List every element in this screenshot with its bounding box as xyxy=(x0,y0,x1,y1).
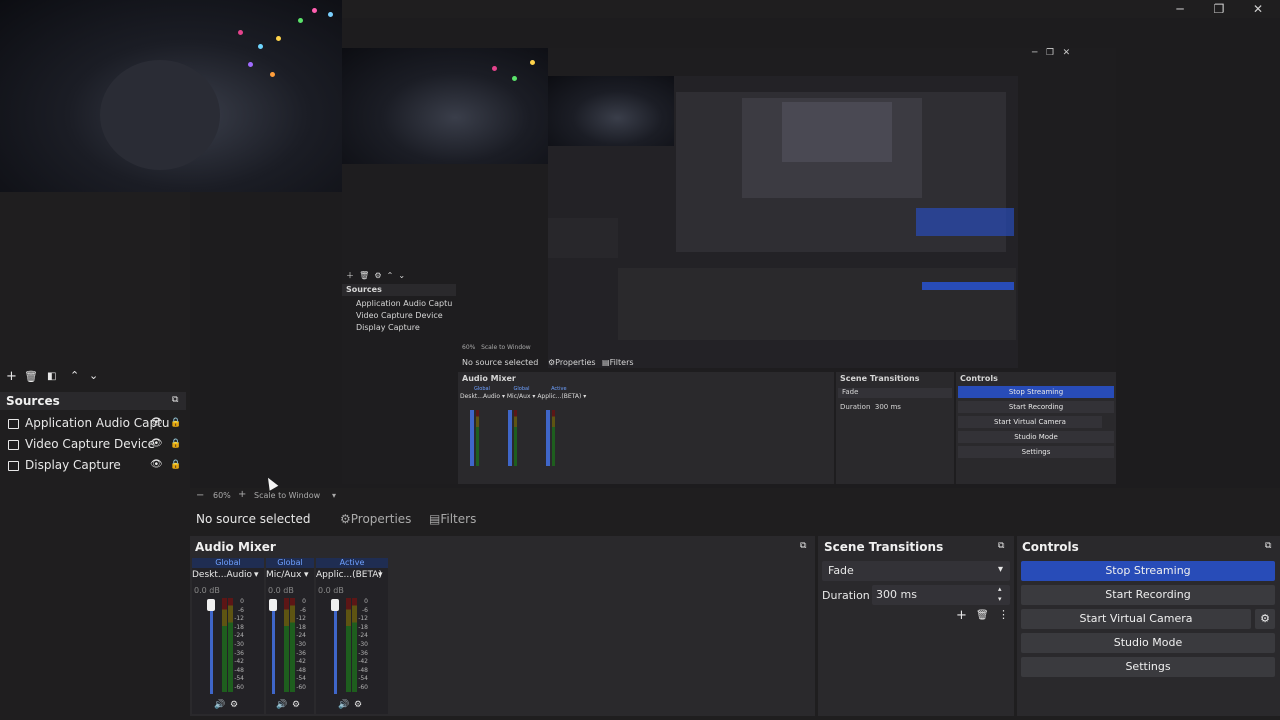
properties-button[interactable]: ⚙Properties xyxy=(340,512,411,526)
sources-toolbar: + 🗑 ◧ ⌃ ⌄ xyxy=(0,368,190,388)
lock-icon[interactable]: 🔒 xyxy=(170,456,181,474)
gear-icon[interactable]: ⚙ xyxy=(292,700,300,710)
scale-mode-select[interactable]: Scale to Window ▾ xyxy=(254,491,344,500)
volume-fader[interactable] xyxy=(334,602,337,694)
trash-icon[interactable]: 🗑 xyxy=(24,370,38,383)
volume-fader[interactable] xyxy=(272,602,275,694)
speaker-icon[interactable]: 🔊 xyxy=(338,700,349,710)
chevron-down-icon: ▾ xyxy=(378,570,383,580)
add-icon[interactable]: + xyxy=(6,369,17,384)
panel-undock-icon[interactable]: ⧉ xyxy=(172,395,178,405)
volume-fader[interactable] xyxy=(210,602,213,694)
gear-icon: ⚙ xyxy=(1260,612,1270,625)
db-scale: 0 -6 -12 -18 -24 -30 -36 -42 -48 -54 -60 xyxy=(358,598,368,691)
trash-icon[interactable]: 🗑 xyxy=(976,610,989,621)
scene-transitions-panel: Scene Transitions ⧉ Fade ▾ Duration 300 … xyxy=(818,536,1014,716)
minimize-button[interactable]: ─ xyxy=(1160,0,1200,18)
controls-panel: Controls ⧉ Stop Streaming Start Recordin… xyxy=(1017,536,1280,716)
move-up-icon[interactable]: ⌃ xyxy=(70,369,79,382)
speaker-icon[interactable]: 🔊 xyxy=(214,700,225,710)
move-down-icon[interactable]: ⌄ xyxy=(89,369,98,382)
sources-panel: Sources ⧉ Application Audio Captu 👁 🔒 Vi… xyxy=(0,392,186,502)
channel-name-select[interactable]: Deskt...Audio ▾ xyxy=(192,570,264,580)
channel-name-select[interactable]: Applic...(BETA) ▾ xyxy=(316,570,388,580)
mixer-channel-desktop: Global Deskt...Audio ▾ 0.0 dB 0 -6 -12 -18 -2… xyxy=(192,558,264,714)
eye-icon[interactable]: 👁 xyxy=(150,435,163,453)
nested-display-capture: ─ ❐ ✕ ＋ 🗑 ⚙ ⌃ ⌄ Sources Application Audi… xyxy=(342,48,1116,484)
eye-icon[interactable]: 👁 xyxy=(150,414,163,432)
filter-icon: ▤ xyxy=(429,512,441,526)
panel-undock-icon[interactable]: ⧉ xyxy=(800,541,806,551)
scene-transitions-title: Scene Transitions xyxy=(824,540,944,554)
camera-icon xyxy=(8,439,19,450)
webcam-feed xyxy=(0,0,342,192)
maximize-button[interactable]: ❐ xyxy=(1199,0,1239,18)
source-label: Video Capture Device xyxy=(25,437,156,451)
window-icon xyxy=(8,418,19,429)
gear-icon: ⚙ xyxy=(340,512,351,526)
panel-undock-icon[interactable]: ⧉ xyxy=(1265,541,1271,551)
transition-select[interactable]: Fade ▾ xyxy=(822,561,1010,581)
monitor-icon xyxy=(8,460,19,471)
fader-handle[interactable] xyxy=(207,599,215,611)
fader-handle[interactable] xyxy=(331,599,339,611)
gear-icon[interactable]: ⚙ xyxy=(230,700,238,710)
chevron-down-icon: ▾ xyxy=(998,564,1004,575)
speaker-icon[interactable]: 🔊 xyxy=(276,700,287,710)
stop-streaming-button[interactable]: Stop Streaming xyxy=(1021,561,1275,581)
virtual-camera-settings-button[interactable]: ⚙ xyxy=(1255,609,1275,629)
chevron-down-icon: ▾ xyxy=(304,570,309,580)
start-virtual-camera-button[interactable]: Start Virtual Camera xyxy=(1021,609,1251,629)
filters-button[interactable]: ▤Filters xyxy=(429,512,476,526)
sources-title: Sources xyxy=(6,394,60,408)
more-options-icon[interactable]: ⋮ xyxy=(998,608,1009,621)
properties-icon[interactable]: ◧ xyxy=(47,371,56,382)
duration-input[interactable]: 300 ms ▴ ▾ xyxy=(872,585,1010,605)
source-label: Display Capture xyxy=(25,458,121,472)
controls-title: Controls xyxy=(1022,540,1079,554)
channel-name-select[interactable]: Mic/Aux ▾ xyxy=(266,570,314,580)
mixer-channel-mic: Global Mic/Aux ▾ 0.0 dB 0 -6 -12 -18 -24 -30 -3… xyxy=(266,558,314,714)
start-recording-button[interactable]: Start Recording xyxy=(1021,585,1275,605)
audio-mixer-panel: Audio Mixer ⧉ Global Deskt...Audio ▾ 0.0 … xyxy=(190,536,815,716)
source-item-display-capture[interactable]: Display Capture 👁 🔒 xyxy=(0,456,186,474)
gear-icon[interactable]: ⚙ xyxy=(354,700,362,710)
eye-icon[interactable]: 👁 xyxy=(150,456,163,474)
no-source-label: No source selected xyxy=(196,512,311,526)
audio-mixer-title: Audio Mixer xyxy=(195,540,276,554)
db-scale: 0 -6 -12 -18 -24 -30 -36 -42 -48 -54 -60 xyxy=(296,598,306,691)
source-item-application-audio[interactable]: Application Audio Captu 👁 🔒 xyxy=(0,414,186,432)
mixer-channel-application: Active Applic...(BETA) ▾ 0.0 dB 0 -6 -12 -18… xyxy=(316,558,388,714)
chevron-down-icon: ▾ xyxy=(254,570,259,580)
panel-undock-icon[interactable]: ⧉ xyxy=(998,541,1004,551)
add-transition-icon[interactable]: + xyxy=(956,608,967,623)
zoom-out-button[interactable]: − xyxy=(196,490,204,501)
zoom-in-button[interactable]: + xyxy=(238,489,246,500)
zoom-level: 60% xyxy=(213,491,231,500)
duration-label: Duration xyxy=(822,589,870,602)
settings-button[interactable]: Settings xyxy=(1021,657,1275,677)
db-scale: 0 -6 -12 -18 -24 -30 -36 -42 -48 -54 -60 xyxy=(234,598,244,691)
lock-icon[interactable]: 🔒 xyxy=(170,435,181,453)
spinner-icon[interactable]: ▴ ▾ xyxy=(998,584,1002,604)
close-button[interactable]: ✕ xyxy=(1238,0,1278,18)
source-item-video-capture[interactable]: Video Capture Device 👁 🔒 xyxy=(0,435,186,453)
chevron-down-icon: ▾ xyxy=(332,491,337,500)
studio-mode-button[interactable]: Studio Mode xyxy=(1021,633,1275,653)
lock-icon[interactable]: 🔒 xyxy=(170,414,181,432)
fader-handle[interactable] xyxy=(269,599,277,611)
source-label: Application Audio Captu xyxy=(25,416,170,430)
